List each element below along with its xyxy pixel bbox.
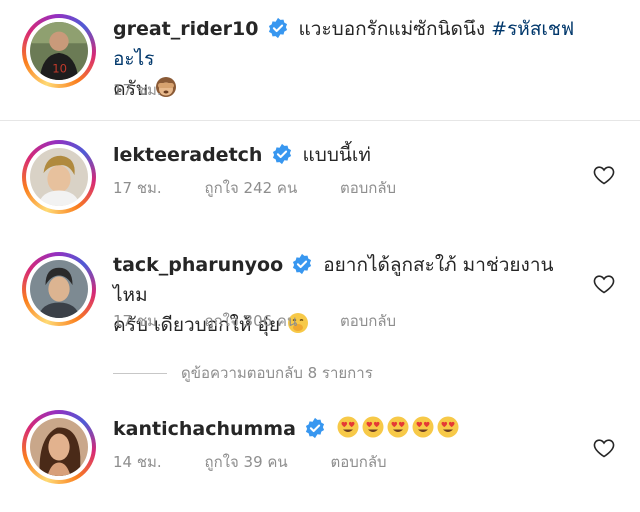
verified-badge-icon <box>293 253 312 275</box>
username[interactable]: great_rider10 <box>113 18 258 40</box>
timestamp: 17 ชม. <box>113 179 162 197</box>
timestamp: 17 ชม. <box>113 312 162 330</box>
likes-count[interactable]: ถูกใจ 242 คน <box>204 179 297 197</box>
timestamp: 14 ชม. <box>113 453 162 471</box>
heart-icon[interactable] <box>592 436 616 460</box>
caption-meta: 17 ชม. <box>113 80 200 100</box>
caption-body: แวะบอกรักแม่ซักนิดนึง <box>298 18 486 40</box>
comment-text: lekteeradetch แบบนี้เท่ <box>113 140 580 170</box>
comment-meta: 17 ชม. ถูกใจ 242 คน ตอบกลับ <box>113 178 434 198</box>
heart-icon[interactable] <box>592 163 616 187</box>
divider <box>0 120 640 121</box>
comment-meta: 17 ชม. ถูกใจ 306 คน ตอบกลับ <box>113 311 434 331</box>
avatar[interactable] <box>22 140 96 214</box>
replies-line <box>113 372 167 374</box>
comment-text: kantichachumma <box>113 414 580 444</box>
heart-icon[interactable] <box>592 272 616 296</box>
svg-text:10: 10 <box>52 61 67 75</box>
comment-body: แบบนี้เท่ <box>302 144 371 166</box>
likes-count[interactable]: ถูกใจ 306 คน <box>204 312 297 330</box>
avatar-image <box>30 260 88 318</box>
avatar[interactable]: 10 <box>22 14 96 88</box>
avatar-image <box>30 148 88 206</box>
avatar[interactable] <box>22 410 96 484</box>
view-replies-label: ดูข้อความตอบกลับ 8 รายการ <box>181 364 373 382</box>
verified-badge-icon <box>272 143 291 165</box>
reply-button[interactable]: ตอบกลับ <box>340 179 396 197</box>
timestamp: 17 ชม. <box>113 81 162 99</box>
avatar[interactable] <box>22 252 96 326</box>
heart-eyes-emoji-icon <box>337 416 459 438</box>
avatar-image: 10 <box>30 22 88 80</box>
username[interactable]: tack_pharunyoo <box>113 254 283 276</box>
username[interactable]: lekteeradetch <box>113 144 262 166</box>
reply-button[interactable]: ตอบกลับ <box>330 453 386 471</box>
verified-badge-icon <box>305 417 325 439</box>
username[interactable]: kantichachumma <box>113 418 296 440</box>
avatar-image <box>30 418 88 476</box>
reply-button[interactable]: ตอบกลับ <box>340 312 396 330</box>
likes-count[interactable]: ถูกใจ 39 คน <box>204 453 287 471</box>
heart-eyes-emoji-group <box>336 416 462 440</box>
comment-meta: 14 ชม. ถูกใจ 39 คน ตอบกลับ <box>113 452 425 472</box>
view-replies-button[interactable]: ดูข้อความตอบกลับ 8 รายการ <box>113 362 373 384</box>
verified-badge-icon <box>268 17 287 39</box>
